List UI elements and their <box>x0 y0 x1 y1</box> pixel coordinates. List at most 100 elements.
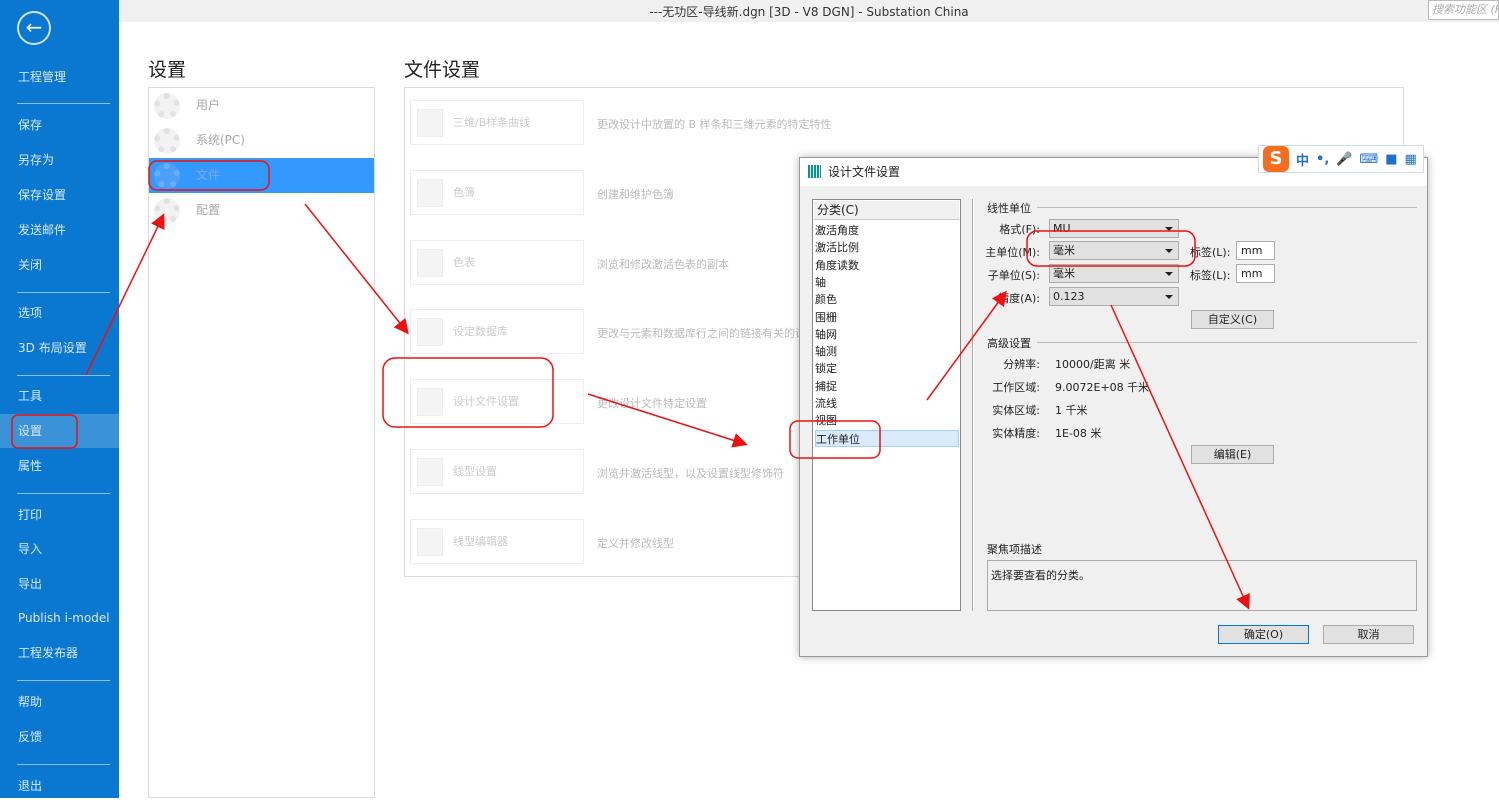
design-file-settings-dialog: 设计文件设置 ✕ 分类(C) 激活角度激活比例角度读数轴颜色围栅轴网轴测锁定捕捉… <box>799 157 1428 657</box>
card-description: 更改与元素和数据库行之间的链接有关的设置 <box>597 327 817 341</box>
category-list[interactable]: 分类(C) 激活角度 激活比例 角度读数轴颜色 围栅 轴网 轴测 锁定 捕捉 流线 视图 工作单位 <box>812 199 961 611</box>
category-item[interactable]: 轴测 <box>815 343 959 360</box>
precision-value: 0.123 <box>1053 290 1085 303</box>
settings-item[interactable]: 用户 <box>149 88 374 123</box>
back-button[interactable]: ← <box>17 11 51 45</box>
settings-card[interactable]: 色簿 <box>410 169 584 215</box>
punctuation-icon[interactable]: •, <box>1316 152 1329 167</box>
card-description: 浏览和修改激活色表的副本 <box>597 257 729 271</box>
keyboard-icon[interactable]: ⌨ <box>1359 152 1378 167</box>
sidebar-item[interactable]: 3D 布局设置 <box>0 331 119 365</box>
settings-card[interactable]: 设定数据库 <box>410 309 584 355</box>
settings-list: 用户 系统(PC) 文件配置 <box>148 87 375 798</box>
resolution-label: 分辨率: <box>1003 358 1040 371</box>
sogou-logo-icon: S <box>1263 146 1289 172</box>
category-item[interactable]: 颜色 <box>815 291 959 308</box>
card-label: 设定数据库 <box>453 325 508 339</box>
sidebar-item[interactable]: 反馈 <box>0 720 119 754</box>
sub-tag-label: 标签(L): <box>1190 269 1231 282</box>
sidebar-item[interactable]: 选项 <box>0 296 119 330</box>
microphone-icon[interactable]: 🎤 <box>1336 152 1352 167</box>
divider <box>1037 207 1417 208</box>
divider <box>17 103 110 104</box>
sub-unit-label: 子单位(S): <box>987 269 1040 282</box>
card-label: 色簿 <box>453 185 475 199</box>
sidebar-item[interactable]: 导入 <box>0 532 119 566</box>
settings-card[interactable]: 色表 <box>410 239 584 285</box>
format-value: MU <box>1053 222 1071 235</box>
sidebar-item[interactable]: 设置 <box>0 414 119 448</box>
settings-title: 设置 <box>148 59 187 81</box>
settings-item-label: 配置 <box>196 203 221 217</box>
sidebar-item[interactable]: 属性 <box>0 449 119 483</box>
category-item[interactable]: 流线 <box>815 395 959 412</box>
sidebar-item[interactable]: Publish i-model <box>0 601 119 635</box>
ribbon-search-input[interactable]: 搜索功能区 (F <box>1428 0 1499 20</box>
format-label: 格式(F): <box>999 223 1040 236</box>
category-item[interactable]: 捕捉 <box>815 378 959 395</box>
sidebar-item[interactable]: 发送邮件 <box>0 213 119 247</box>
settings-card[interactable]: 线型编辑器 <box>410 518 584 564</box>
settings-card[interactable]: 设计文件设置 <box>410 379 584 425</box>
card-label: 三维/B样条曲线 <box>453 116 531 129</box>
ime-toolbar[interactable]: S 中 •, 🎤 ⌨ ■ ▦ <box>1258 145 1424 173</box>
master-unit-select[interactable]: 毫米 <box>1049 241 1179 260</box>
cancel-button[interactable]: 取消 <box>1323 625 1414 644</box>
apps-grid-icon[interactable]: ▦ <box>1405 152 1417 167</box>
custom-button[interactable]: 自定义(C) <box>1191 310 1274 329</box>
category-item[interactable]: 轴网 <box>815 326 959 343</box>
skin-shirt-icon[interactable]: ■ <box>1385 152 1397 167</box>
divider <box>17 375 110 376</box>
design-file-icon <box>417 388 443 417</box>
sub-unit-value: 毫米 <box>1053 267 1075 280</box>
ok-button[interactable]: 确定(O) <box>1218 625 1309 644</box>
sidebar-item[interactable]: 另存为 <box>0 143 119 177</box>
master-tag-input[interactable]: mm <box>1236 241 1275 260</box>
sidebar-item[interactable]: 打印 <box>0 498 119 532</box>
category-item[interactable]: 围栅 <box>815 309 959 326</box>
settings-card[interactable]: 线型设置 <box>410 449 584 494</box>
sidebar-item[interactable]: 保存 <box>0 108 119 142</box>
sidebar-item[interactable]: 工程发布器 <box>0 636 119 670</box>
category-item[interactable]: 角度读数 <box>815 257 959 274</box>
settings-item[interactable]: 文件 <box>149 158 374 193</box>
focus-description-box: 选择要查看的分类。 <box>987 560 1417 611</box>
sidebar-item[interactable]: 工具 <box>0 379 119 413</box>
card-description: 浏览并激活线型，以及设置线型修饰符 <box>597 467 784 480</box>
sidebar-item[interactable]: 帮助 <box>0 685 119 719</box>
sidebar-item[interactable]: 保存设置 <box>0 178 119 212</box>
settings-item[interactable]: 系统(PC) <box>149 123 374 158</box>
category-item[interactable]: 激活角度 <box>815 222 959 239</box>
category-item[interactable]: 工作单位 <box>815 429 959 447</box>
settings-item[interactable]: 配置 <box>149 193 374 228</box>
color-table-icon <box>417 248 443 277</box>
precision-select[interactable]: 0.123 <box>1049 287 1179 306</box>
category-item[interactable]: 视图 <box>815 412 959 429</box>
gear-icon <box>154 163 180 189</box>
working-area-label: 工作区域: <box>992 381 1040 394</box>
sidebar-item[interactable]: 关闭 <box>0 248 119 282</box>
settings-card[interactable]: 三维/B样条曲线 <box>410 100 584 145</box>
solid-area-label: 实体区域: <box>992 404 1040 417</box>
linear-units-group: 线性单位 <box>987 202 1031 215</box>
chevron-down-icon <box>1165 227 1173 235</box>
chevron-down-icon <box>1165 272 1173 280</box>
format-select[interactable]: MU <box>1049 219 1179 238</box>
window-title: ---无功区-导线新.dgn [3D - V8 DGN] - Substatio… <box>119 0 1499 22</box>
settings-item-label: 文件 <box>196 168 221 182</box>
file-settings-title: 文件设置 <box>404 59 481 81</box>
precision-label: 精度(A): <box>998 292 1040 305</box>
category-item[interactable]: 轴 <box>815 274 959 291</box>
master-unit-value: 毫米 <box>1053 244 1075 257</box>
sidebar-item[interactable]: 工程管理 <box>0 60 119 94</box>
sub-tag-input[interactable]: mm <box>1236 264 1275 283</box>
edit-button[interactable]: 编辑(E) <box>1191 445 1274 464</box>
sidebar-item[interactable]: 导出 <box>0 567 119 601</box>
category-item[interactable]: 锁定 <box>815 360 959 377</box>
card-label: 色表 <box>453 255 475 269</box>
chevron-down-icon <box>1165 295 1173 303</box>
sub-unit-select[interactable]: 毫米 <box>1049 264 1179 283</box>
gear-icon <box>154 93 180 119</box>
ime-mode-toggle[interactable]: 中 <box>1296 150 1309 169</box>
category-item[interactable]: 激活比例 <box>815 239 959 256</box>
